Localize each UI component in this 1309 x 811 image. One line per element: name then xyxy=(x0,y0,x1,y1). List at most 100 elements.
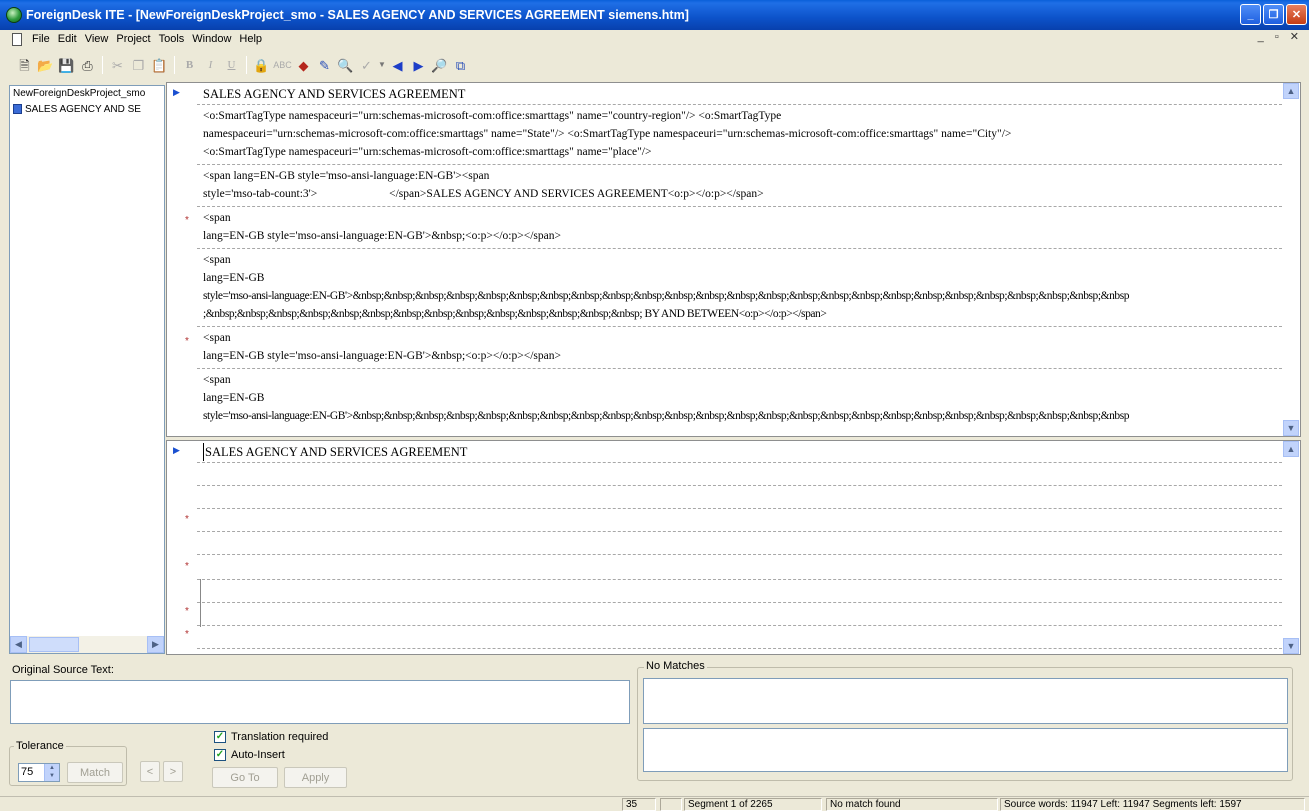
status-words: Source words: 11947 Left: 11947 Segments… xyxy=(1000,798,1305,811)
underline-icon[interactable]: U xyxy=(221,55,242,75)
scroll-up-icon[interactable]: ▲ xyxy=(1283,441,1299,457)
source-line[interactable]: <span xyxy=(203,251,231,269)
segment-divider xyxy=(197,104,1282,105)
close-button[interactable]: ✕ xyxy=(1286,4,1307,25)
tolerance-group: Tolerance 75 ▲ ▼ Match xyxy=(9,740,127,786)
lock-icon[interactable]: 🔒 xyxy=(251,55,272,75)
copy-icon[interactable]: ❐ xyxy=(128,55,149,75)
bold-icon[interactable]: B xyxy=(179,55,200,75)
toolbar: 🗎 📂 💾 ⎙ ✂ ❐ 📋 B I U 🔒 ABC ◆ ✎ 🔍 ✓ ▼ ◀ ▶ … xyxy=(0,50,1309,80)
segment-divider xyxy=(197,206,1282,207)
project-tree[interactable]: NewForeignDeskProject_smo SALES AGENCY A… xyxy=(9,85,165,654)
status-column: 35 xyxy=(622,798,656,811)
source-line[interactable]: <span xyxy=(203,329,231,347)
next-match-button[interactable]: > xyxy=(163,761,183,782)
goto-button[interactable]: Go To xyxy=(212,767,278,788)
print-icon[interactable]: ⎙ xyxy=(77,55,98,75)
menu-project[interactable]: Project xyxy=(112,33,154,45)
segment-divider xyxy=(197,164,1282,165)
match-target-box[interactable] xyxy=(643,728,1288,772)
source-line[interactable]: lang=EN-GB xyxy=(203,389,264,407)
save-icon[interactable]: 💾 xyxy=(56,55,77,75)
apply-button[interactable]: Apply xyxy=(284,767,347,788)
toolbar-separator xyxy=(246,56,247,74)
source-line[interactable]: SALES AGENCY AND SERVICES AGREEMENT xyxy=(203,85,465,103)
source-line[interactable]: lang=EN-GB style='mso-ansi-language:EN-G… xyxy=(203,227,561,245)
match-button[interactable]: Match xyxy=(67,762,123,783)
scroll-left-icon[interactable]: ◀ xyxy=(10,636,27,653)
open-icon[interactable]: 📂 xyxy=(35,55,56,75)
abc-icon[interactable]: ABC xyxy=(272,55,293,75)
prev-icon[interactable]: ◀ xyxy=(387,55,408,75)
menu-view[interactable]: View xyxy=(81,33,113,45)
source-editor-pane[interactable]: ▶ * * SALES AGENCY AND SERVICES AGREEMEN… xyxy=(166,82,1301,437)
tree-horizontal-scrollbar[interactable]: ◀ ▶ xyxy=(10,636,164,653)
mdi-controls[interactable]: _ ▫ ✕ xyxy=(1258,30,1303,43)
menu-help[interactable]: Help xyxy=(235,33,266,45)
spellcheck-icon[interactable]: ✓ xyxy=(356,55,377,75)
compare-icon[interactable]: ⧉ xyxy=(450,55,471,75)
minimize-button[interactable]: _ xyxy=(1240,4,1261,25)
source-line[interactable]: <span xyxy=(203,209,231,227)
cut-icon[interactable]: ✂ xyxy=(107,55,128,75)
source-vertical-scrollbar[interactable]: ▲ ▼ xyxy=(1283,83,1300,436)
find-icon[interactable]: 🔍 xyxy=(335,55,356,75)
tolerance-label: Tolerance xyxy=(14,740,66,752)
scroll-right-icon[interactable]: ▶ xyxy=(147,636,164,653)
segment-divider xyxy=(197,485,1282,486)
scroll-thumb[interactable] xyxy=(29,637,79,652)
menu-window[interactable]: Window xyxy=(188,33,235,45)
spinner-arrows-icon[interactable]: ▲ ▼ xyxy=(44,764,59,781)
auto-insert-label: Auto-Insert xyxy=(231,749,285,761)
source-line[interactable]: <o:SmartTagType namespaceuri="urn:schema… xyxy=(203,143,651,161)
source-line[interactable]: <span xyxy=(203,371,231,389)
original-source-textbox[interactable] xyxy=(10,680,630,724)
source-line[interactable]: namespaceuri="urn:schemas-microsoft-com:… xyxy=(203,125,1011,143)
status-empty-panel xyxy=(660,798,682,811)
tree-item-project[interactable]: NewForeignDeskProject_smo xyxy=(10,86,164,102)
document-icon[interactable] xyxy=(12,32,22,46)
tree-item-document[interactable]: SALES AGENCY AND SE xyxy=(10,102,164,118)
original-source-label: Original Source Text: xyxy=(12,664,114,676)
segment-divider xyxy=(197,579,1282,580)
target-vertical-scrollbar[interactable]: ▲ ▼ xyxy=(1283,441,1300,654)
app-icon[interactable] xyxy=(6,7,22,23)
italic-icon[interactable]: I xyxy=(200,55,221,75)
segment-star-icon: * xyxy=(185,561,189,572)
scroll-down-icon[interactable]: ▼ xyxy=(1283,638,1299,654)
new-icon[interactable]: 🗎 xyxy=(14,55,35,75)
tag-icon[interactable]: ◆ xyxy=(293,55,314,75)
source-line[interactable]: <o:SmartTagType namespaceuri="urn:schema… xyxy=(203,107,781,125)
source-line[interactable]: style='mso-ansi-language:EN-GB'>&nbsp;&n… xyxy=(203,407,1129,425)
auto-insert-checkbox[interactable]: ✓ xyxy=(214,749,226,761)
maximize-button[interactable]: ❐ xyxy=(1263,4,1284,25)
source-line[interactable]: style='mso-ansi-language:EN-GB'>&nbsp;&n… xyxy=(203,287,1129,305)
scroll-up-icon[interactable]: ▲ xyxy=(1283,83,1299,99)
menu-edit[interactable]: Edit xyxy=(54,33,81,45)
menu-tools[interactable]: Tools xyxy=(155,33,189,45)
dropdown-arrow-icon[interactable]: ▼ xyxy=(377,55,387,75)
translation-required-checkbox[interactable]: ✓ xyxy=(214,731,226,743)
source-line[interactable]: <span lang=EN-GB style='mso-ansi-languag… xyxy=(203,167,489,185)
toolbar-separator xyxy=(174,56,175,74)
tolerance-value[interactable]: 75 xyxy=(19,764,44,781)
source-line[interactable]: style='mso-tab-count:3'> </span>SALES AG… xyxy=(203,185,764,203)
paste-icon[interactable]: 📋 xyxy=(149,55,170,75)
tolerance-spinner[interactable]: 75 ▲ ▼ xyxy=(18,763,60,782)
target-segment-text[interactable]: SALES AGENCY AND SERVICES AGREEMENT xyxy=(203,443,467,461)
match-source-box[interactable] xyxy=(643,678,1288,724)
menu-file[interactable]: File xyxy=(28,33,54,45)
scroll-down-icon[interactable]: ▼ xyxy=(1283,420,1299,436)
segment-divider xyxy=(197,602,1282,603)
translation-required-label: Translation required xyxy=(231,731,329,743)
next-icon[interactable]: ▶ xyxy=(408,55,429,75)
segment-star-icon: * xyxy=(185,606,189,617)
edit-icon[interactable]: ✎ xyxy=(314,55,335,75)
preview-icon[interactable]: 🔎 xyxy=(429,55,450,75)
source-line[interactable]: lang=EN-GB style='mso-ansi-language:EN-G… xyxy=(203,347,561,365)
source-line[interactable]: ;&nbsp;&nbsp;&nbsp;&nbsp;&nbsp;&nbsp;&nb… xyxy=(203,305,827,323)
target-editor-pane[interactable]: ▶ * * * * SALES AGENCY AND SERVICES AGRE… xyxy=(166,440,1301,655)
source-line[interactable]: lang=EN-GB xyxy=(203,269,264,287)
prev-match-button[interactable]: < xyxy=(140,761,160,782)
segment-divider xyxy=(197,625,1282,626)
